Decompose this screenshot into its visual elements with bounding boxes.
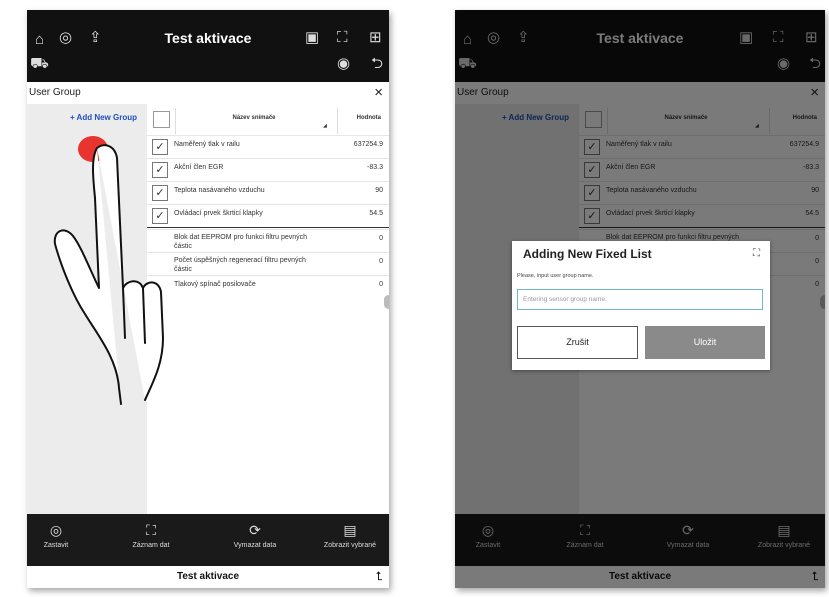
group-title: User Group [29, 87, 81, 98]
table-row[interactable]: Blok dat EEPROM pro funkci filtru pevnýc… [147, 229, 389, 252]
select-all-checkbox[interactable] [153, 111, 170, 128]
table-row[interactable]: ✓ Akční člen EGR -83.3 [147, 158, 389, 181]
signal-icon[interactable]: ◉ [337, 56, 350, 72]
show-selected-button[interactable]: ▤ Zobrazit vybrané [313, 522, 387, 549]
column-header-value[interactable]: Hodnota [357, 115, 381, 121]
dialog-title: Adding New Fixed List [523, 247, 652, 261]
add-fixed-list-dialog: Adding New Fixed List ⛶ Please, input us… [512, 241, 770, 370]
table-row[interactable]: ✓ Teplota nasávaného vzduchu 90 [147, 181, 389, 204]
sensor-value: 0 [379, 235, 383, 242]
sensor-name: Teplota nasávaného vzduchu [174, 187, 265, 194]
cancel-button[interactable]: Zrušit [517, 326, 638, 359]
record-data-button[interactable]: ⛶ Záznam dat [121, 522, 181, 549]
battery-icon[interactable]: ▣ [305, 30, 319, 46]
column-divider [175, 108, 176, 134]
sensor-name: Počet úspěšných regenerací filtru pevnýc… [174, 257, 306, 273]
divider [147, 227, 389, 228]
table-row[interactable]: Počet úspěšných regenerací filtru pevnýc… [147, 252, 389, 275]
save-button[interactable]: Uložit [645, 326, 765, 359]
grid-icon[interactable]: ⊞ [369, 30, 382, 46]
clear-data-button[interactable]: ⟳ Vymazat data [220, 522, 290, 549]
sensor-name: Tlakový spínač posilovače [174, 281, 256, 288]
scan-icon[interactable]: ⛶ [337, 30, 348, 46]
top-bar: ⌂ ◎ ⇪ Test aktivace ▣ ⛶ ⊞ ⛟ ◉ ⮌ [27, 10, 389, 82]
group-header: User Group × [27, 82, 389, 104]
sensor-name: Ovládací prvek škrticí klapky [174, 210, 263, 217]
table-header: Název snímače ◢ Hodnota [147, 108, 389, 134]
group-name-input[interactable]: Entering sensor group name. [517, 289, 763, 310]
clear-data-label: Vymazat data [233, 542, 277, 549]
sensor-value: -83.3 [367, 164, 383, 171]
stop-button[interactable]: ◎ Zastavit [31, 522, 81, 549]
close-icon[interactable]: × [374, 84, 383, 101]
app-screen-left: ⌂ ◎ ⇪ Test aktivace ▣ ⛶ ⊞ ⛟ ◉ ⮌ User Gro… [27, 10, 389, 588]
show-selected-icon: ▤ [343, 522, 357, 538]
sensor-value: 0 [379, 258, 383, 265]
record-data-label: Záznam dat [132, 542, 170, 549]
sort-icon[interactable]: ◢ [323, 123, 327, 129]
footer: Test aktivace ⮤ [27, 566, 389, 588]
sensor-name: Akční člen EGR [174, 164, 224, 171]
refresh-icon: ⟳ [249, 522, 261, 538]
add-new-group-button[interactable]: + Add New Group [70, 113, 137, 122]
table-row[interactable]: ✓ Naměřený tlak v railu 637254.9 [147, 135, 389, 158]
app-screen-right: ⌂ ◎ ⇪ Test aktivace ▣ ⛶ ⊞ ⛟ ◉ ⮌ User Gro… [455, 10, 825, 588]
column-divider [337, 108, 338, 134]
sensor-name: Blok dat EEPROM pro funkci filtru pevnýc… [174, 234, 308, 250]
table-row[interactable]: ✓ Ovládací prvek škrticí klapky 54.5 [147, 204, 389, 227]
dialog-prompt: Please, input user group name. [517, 273, 594, 279]
bottom-toolbar: ◎ Zastavit ⛶ Záznam dat ⟳ Vymazat data ▤… [27, 514, 389, 566]
vehicle-icon[interactable]: ⛟ [30, 56, 49, 72]
scan-icon[interactable]: ⛶ [753, 248, 760, 259]
stop-icon: ◎ [49, 522, 63, 538]
footer-title: Test aktivace [176, 571, 240, 582]
column-header-name[interactable]: Název snímače [175, 115, 333, 121]
sensor-name: Naměřený tlak v railu [174, 141, 240, 148]
sensor-value: 90 [375, 187, 383, 194]
exit-icon[interactable]: ⮌ [371, 56, 383, 72]
sensor-value: 637254.9 [353, 141, 383, 148]
sensor-table: Název snímače ◢ Hodnota ✓ Naměřený tlak … [147, 104, 389, 514]
footer-action-icon[interactable]: ⮤ [376, 569, 383, 584]
scroll-handle[interactable] [384, 295, 389, 309]
record-data-icon: ⛶ [146, 522, 156, 538]
table-row[interactable]: Tlakový spínač posilovače 0 [147, 275, 389, 298]
stop-label: Zastavit [43, 542, 69, 549]
sensor-value: 54.5 [369, 210, 383, 217]
show-selected-label: Zobrazit vybrané [323, 542, 377, 549]
pointing-hand-icon [53, 144, 164, 405]
sensor-value: 0 [379, 281, 383, 288]
page-title: Test aktivace [164, 30, 252, 46]
